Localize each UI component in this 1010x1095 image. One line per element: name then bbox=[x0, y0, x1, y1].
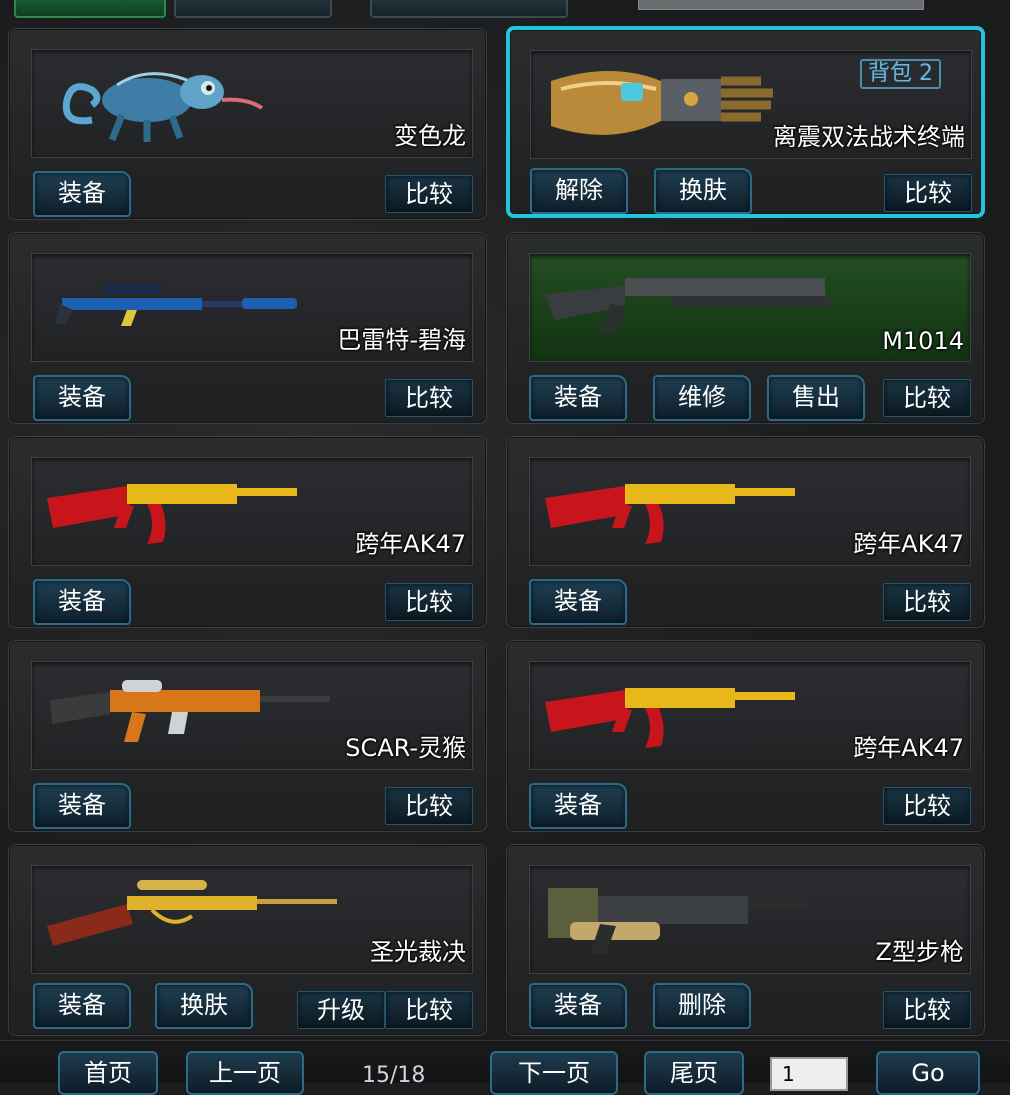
top-tab-right[interactable] bbox=[370, 0, 568, 18]
sell-button[interactable]: 售出 bbox=[767, 375, 865, 421]
equip-button[interactable]: 装备 bbox=[33, 375, 131, 421]
item-card[interactable]: SCAR-灵猴 装备 比较 bbox=[8, 640, 487, 832]
item-slot: 跨年AK47 bbox=[31, 457, 473, 566]
compare-button[interactable]: 比较 bbox=[385, 787, 473, 825]
go-button[interactable]: Go bbox=[876, 1051, 980, 1095]
item-name: 变色龙 bbox=[394, 122, 466, 150]
item-name: 圣光裁决 bbox=[370, 938, 466, 966]
item-slot: 跨年AK47 bbox=[529, 457, 971, 566]
item-name: 跨年AK47 bbox=[355, 530, 466, 558]
equip-button[interactable]: 装备 bbox=[529, 375, 627, 421]
item-card[interactable]: 巴雷特-碧海 装备 比较 bbox=[8, 232, 487, 424]
top-tab-left[interactable] bbox=[14, 0, 166, 18]
item-card[interactable]: 跨年AK47 装备 比较 bbox=[8, 436, 487, 628]
item-card[interactable]: 变色龙 装备 比较 bbox=[8, 28, 487, 220]
compare-button[interactable]: 比较 bbox=[883, 991, 971, 1029]
item-name: 跨年AK47 bbox=[853, 530, 964, 558]
item-slot: 圣光裁决 bbox=[31, 865, 473, 974]
item-name: SCAR-灵猴 bbox=[345, 734, 466, 762]
item-card[interactable]: 圣光裁决 装备 换肤 升级 比较 bbox=[8, 844, 487, 1036]
equip-button[interactable]: 装备 bbox=[529, 579, 627, 625]
prev-page-button[interactable]: 上一页 bbox=[186, 1051, 304, 1095]
item-slot: 背包 2 离震双法战术终端 bbox=[530, 50, 972, 159]
top-search-input[interactable] bbox=[638, 0, 924, 10]
pagination-bar: 首页 上一页 15/18 下一页 尾页 1 Go bbox=[0, 1040, 1010, 1095]
compare-button[interactable]: 比较 bbox=[883, 379, 971, 417]
item-slot: Z型步枪 bbox=[529, 865, 971, 974]
compare-button[interactable]: 比较 bbox=[385, 175, 473, 213]
item-slot: 跨年AK47 bbox=[529, 661, 971, 770]
last-page-button[interactable]: 尾页 bbox=[644, 1051, 744, 1095]
compare-button[interactable]: 比较 bbox=[883, 583, 971, 621]
item-slot: M1014 bbox=[529, 253, 971, 362]
item-name: Z型步枪 bbox=[875, 938, 964, 966]
unequip-button[interactable]: 解除 bbox=[530, 168, 628, 214]
page-number-input[interactable]: 1 bbox=[770, 1057, 848, 1091]
item-name: 巴雷特-碧海 bbox=[337, 326, 466, 354]
item-name: M1014 bbox=[882, 327, 964, 355]
item-name: 离震双法战术终端 bbox=[773, 123, 965, 151]
item-card[interactable]: Z型步枪 装备 删除 比较 bbox=[506, 844, 985, 1036]
item-card[interactable]: 跨年AK47 装备 比较 bbox=[506, 640, 985, 832]
compare-button[interactable]: 比较 bbox=[385, 583, 473, 621]
equip-button[interactable]: 装备 bbox=[33, 171, 131, 217]
top-toolbar bbox=[0, 0, 1010, 18]
item-slot: 巴雷特-碧海 bbox=[31, 253, 473, 362]
upgrade-button[interactable]: 升级 bbox=[297, 991, 385, 1029]
delete-button[interactable]: 删除 bbox=[653, 983, 751, 1029]
item-slot: 变色龙 bbox=[31, 49, 473, 158]
item-card[interactable]: 跨年AK47 装备 比较 bbox=[506, 436, 985, 628]
equip-button[interactable]: 装备 bbox=[33, 579, 131, 625]
compare-button[interactable]: 比较 bbox=[884, 174, 972, 212]
top-tab-middle[interactable] bbox=[174, 0, 332, 18]
compare-button[interactable]: 比较 bbox=[385, 379, 473, 417]
page-indicator: 15/18 bbox=[362, 1063, 426, 1088]
change-skin-button[interactable]: 换肤 bbox=[654, 168, 752, 214]
next-page-button[interactable]: 下一页 bbox=[490, 1051, 618, 1095]
item-card-selected[interactable]: 背包 2 离震双法战术终端 解除 换肤 比较 bbox=[506, 26, 985, 218]
equip-button[interactable]: 装备 bbox=[529, 983, 627, 1029]
equip-button[interactable]: 装备 bbox=[529, 783, 627, 829]
first-page-button[interactable]: 首页 bbox=[58, 1051, 158, 1095]
backpack-badge: 背包 2 bbox=[860, 59, 941, 89]
change-skin-button[interactable]: 换肤 bbox=[155, 983, 253, 1029]
compare-button[interactable]: 比较 bbox=[883, 787, 971, 825]
equip-button[interactable]: 装备 bbox=[33, 983, 131, 1029]
compare-button[interactable]: 比较 bbox=[385, 991, 473, 1029]
repair-button[interactable]: 维修 bbox=[653, 375, 751, 421]
item-card[interactable]: M1014 装备 维修 售出 比较 bbox=[506, 232, 985, 424]
equip-button[interactable]: 装备 bbox=[33, 783, 131, 829]
item-slot: SCAR-灵猴 bbox=[31, 661, 473, 770]
item-name: 跨年AK47 bbox=[853, 734, 964, 762]
